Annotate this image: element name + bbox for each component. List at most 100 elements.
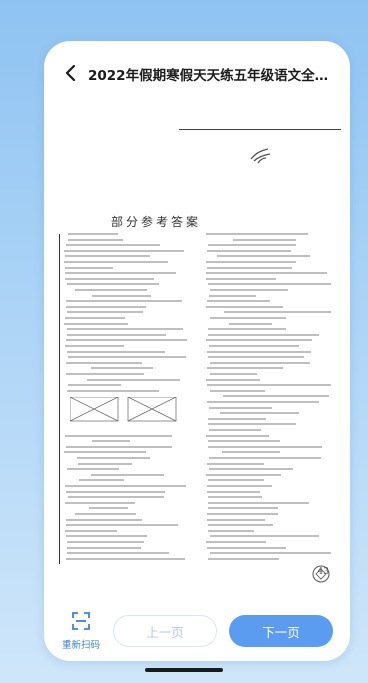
scanned-text-line [206, 277, 277, 280]
answer-page-image: 部分参考答案 43 [56, 109, 341, 599]
scanned-text-line [209, 361, 311, 364]
scanned-text-line [207, 524, 273, 527]
scanned-text-line [91, 440, 131, 443]
scanned-text-line [91, 473, 164, 476]
rescan-button[interactable]: 重新扫码 [50, 606, 112, 656]
scanned-text-line [66, 339, 188, 342]
scanned-text-line [64, 272, 177, 275]
scanned-text-line [75, 289, 147, 291]
scanned-text-line [64, 255, 150, 258]
scanned-text-line [65, 266, 114, 269]
scanned-text-line [207, 479, 265, 482]
scanned-text-line [65, 305, 147, 308]
page-binding-line [59, 234, 60, 564]
scanned-text-line [207, 328, 287, 331]
page-title: 2022年假期寒假天天练五年级语文全册通... [88, 68, 340, 84]
scanned-text-line [208, 557, 279, 560]
scanned-text-line [207, 496, 263, 499]
scanned-text-line [207, 445, 322, 448]
scanned-text-line [217, 255, 310, 258]
document-heading: 部分参考答案 [110, 215, 201, 229]
scanned-text-line [206, 266, 293, 269]
scanned-text-line [207, 367, 283, 370]
scanned-text-line [206, 434, 270, 437]
scanned-text-line [66, 468, 119, 471]
scanned-text-line [206, 462, 264, 465]
scanned-text-line [64, 434, 173, 437]
scanned-text-line [206, 233, 309, 235]
scanned-text-line [206, 541, 266, 543]
scanned-text-line [228, 322, 273, 325]
scanned-text-line [207, 501, 310, 504]
scanned-text-line [66, 373, 145, 375]
scanned-text-line [66, 244, 160, 247]
scanned-text-line [206, 546, 286, 549]
scanned-text-line [66, 535, 147, 538]
scanned-text-line [65, 490, 166, 493]
scanned-text-line [207, 485, 273, 487]
scanned-text-line [223, 311, 332, 314]
scanned-text-line [88, 507, 129, 510]
scanned-text-line [206, 490, 261, 493]
scanned-text-line [209, 317, 287, 319]
scanned-text-line [223, 395, 329, 398]
scanned-text-line [67, 328, 184, 331]
scanned-text-line [208, 406, 272, 409]
scanned-text-line [208, 529, 254, 532]
bottom-toolbar: 重新扫码 上一页 下一页 [44, 601, 350, 661]
scanned-text-line [67, 546, 141, 549]
scanned-text-line [76, 457, 150, 459]
scanned-text-line [209, 289, 288, 291]
scanned-text-line [66, 541, 144, 543]
scanned-text-line [206, 350, 312, 353]
next-page-button[interactable]: 下一页 [229, 615, 333, 647]
scanned-text-line [206, 401, 319, 403]
scanned-text-line [208, 244, 296, 247]
scanned-text-line [67, 333, 167, 336]
scanned-text-line [209, 535, 320, 538]
scanned-text-line [206, 249, 292, 252]
scan-frame-icon [72, 611, 90, 634]
scanned-text-line [207, 384, 331, 387]
scanned-text-line [86, 378, 181, 381]
scanned-text-line [207, 356, 305, 359]
scanned-text-line [64, 322, 128, 325]
scanned-text-line [65, 529, 117, 532]
scanned-text-line [66, 518, 142, 521]
scanned-text-line [209, 457, 321, 459]
scanned-text-line [207, 440, 280, 443]
scanned-text-line [67, 233, 119, 235]
scanned-text-line [207, 300, 270, 303]
scanned-text-line [66, 283, 159, 286]
scanned-text-line [206, 339, 312, 342]
scanned-text-line [74, 513, 136, 515]
scanned-text-line [64, 451, 146, 454]
scanned-text-line [64, 501, 136, 504]
handwritten-mark-icon [250, 148, 271, 164]
scanned-text-line [206, 473, 282, 476]
scanned-text-line [209, 552, 332, 555]
home-indicator [145, 668, 223, 672]
prev-page-button[interactable]: 上一页 [113, 615, 217, 647]
scanned-text-line [209, 345, 300, 347]
scanned-text-line [64, 249, 185, 252]
app-window: 2022年假期寒假天天练五年级语文全册通... 部分参考答案 43 重新扫码 上… [44, 41, 350, 661]
header-bar: 2022年假期寒假天天练五年级语文全册通... [44, 59, 350, 89]
scanned-text-line [207, 417, 266, 420]
scanned-text-line [66, 361, 143, 364]
scanned-text-line [66, 300, 183, 303]
scanned-text-line [67, 356, 187, 359]
scanned-text-line [207, 513, 279, 515]
scanned-text-line [209, 429, 262, 431]
scanned-text-line [209, 294, 257, 297]
scanned-text-line [206, 518, 266, 521]
scanned-text-line [207, 423, 296, 426]
scanned-text-line [233, 238, 297, 241]
scanned-text-line [208, 507, 278, 510]
scanned-text-line [65, 524, 179, 527]
scanned-text-line [78, 462, 133, 465]
answer-column-right [206, 233, 338, 563]
scanned-text-line [91, 294, 151, 297]
scanned-text-line [67, 311, 144, 314]
back-button[interactable] [54, 59, 88, 89]
